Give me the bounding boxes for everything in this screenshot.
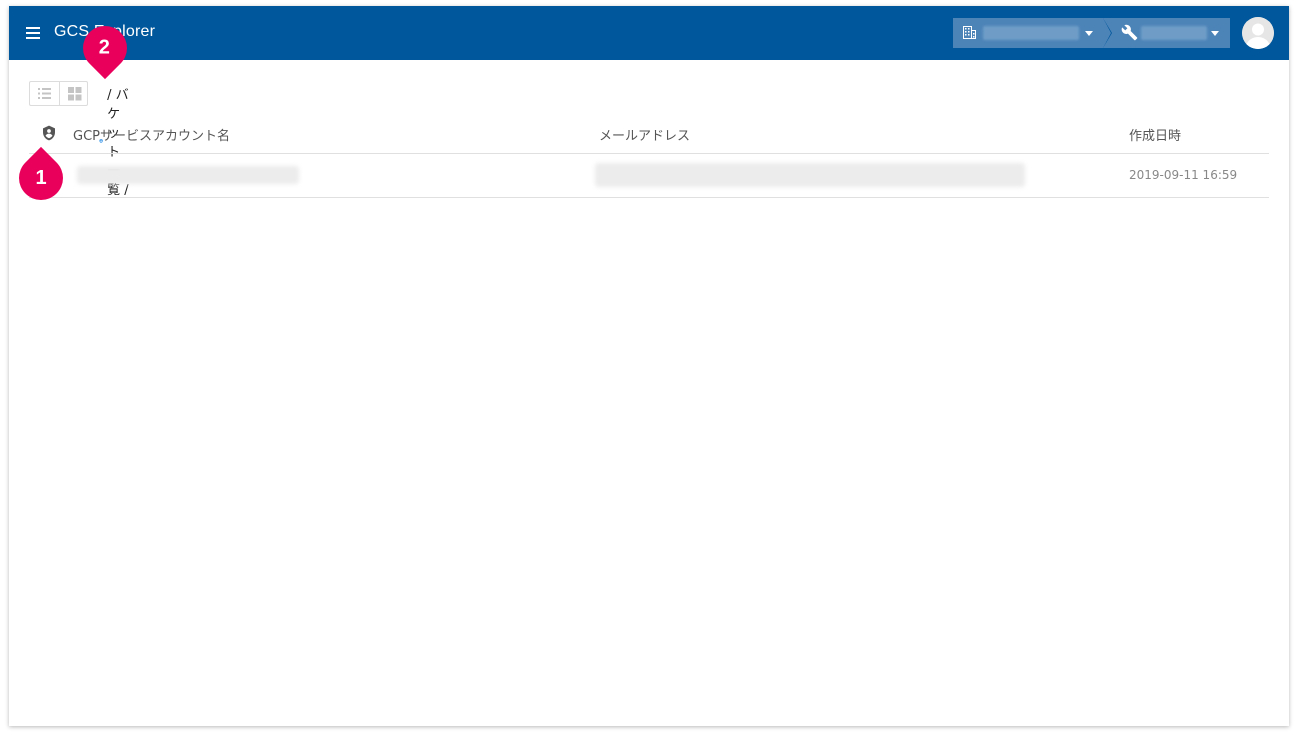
list-view-icon [38,88,51,99]
email-redacted [595,163,1025,187]
building-icon [963,26,976,39]
column-header-email[interactable]: メールアドレス [599,125,690,144]
app-bar: GCS Explorer [9,6,1289,60]
column-header-name[interactable]: GCPサービスアカウント名 [73,125,230,144]
wrench-icon [1121,24,1138,41]
project-name-redacted [1141,26,1207,40]
table-header: GCPサービスアカウント名 メールアドレス 作成日時 [29,116,1269,154]
project-selector[interactable] [1103,18,1230,48]
shield-account-icon [43,125,55,141]
organization-name-redacted [983,26,1079,40]
chevron-down-icon [1085,31,1093,36]
service-account-name-redacted [77,166,299,184]
user-avatar-icon[interactable] [1242,17,1274,49]
hamburger-menu-icon[interactable] [26,27,40,39]
table-row[interactable]: 2019-09-11 16:59 [29,154,1269,198]
service-account-table: GCPサービスアカウント名 メールアドレス 作成日時 2019-09-11 16… [29,116,1269,198]
view-toggle [29,81,88,106]
app-window: GCS Explorer / バケット 覧 / GCPサービスアカウント名 メー… [9,6,1289,726]
organization-selector[interactable] [953,18,1112,48]
grid-view-button[interactable] [59,82,88,105]
column-header-created[interactable]: 作成日時 [1129,125,1181,144]
chevron-down-icon [1211,31,1219,36]
created-date: 2019-09-11 16:59 [1129,168,1238,182]
grid-view-icon [68,87,82,101]
list-view-button[interactable] [30,82,59,105]
